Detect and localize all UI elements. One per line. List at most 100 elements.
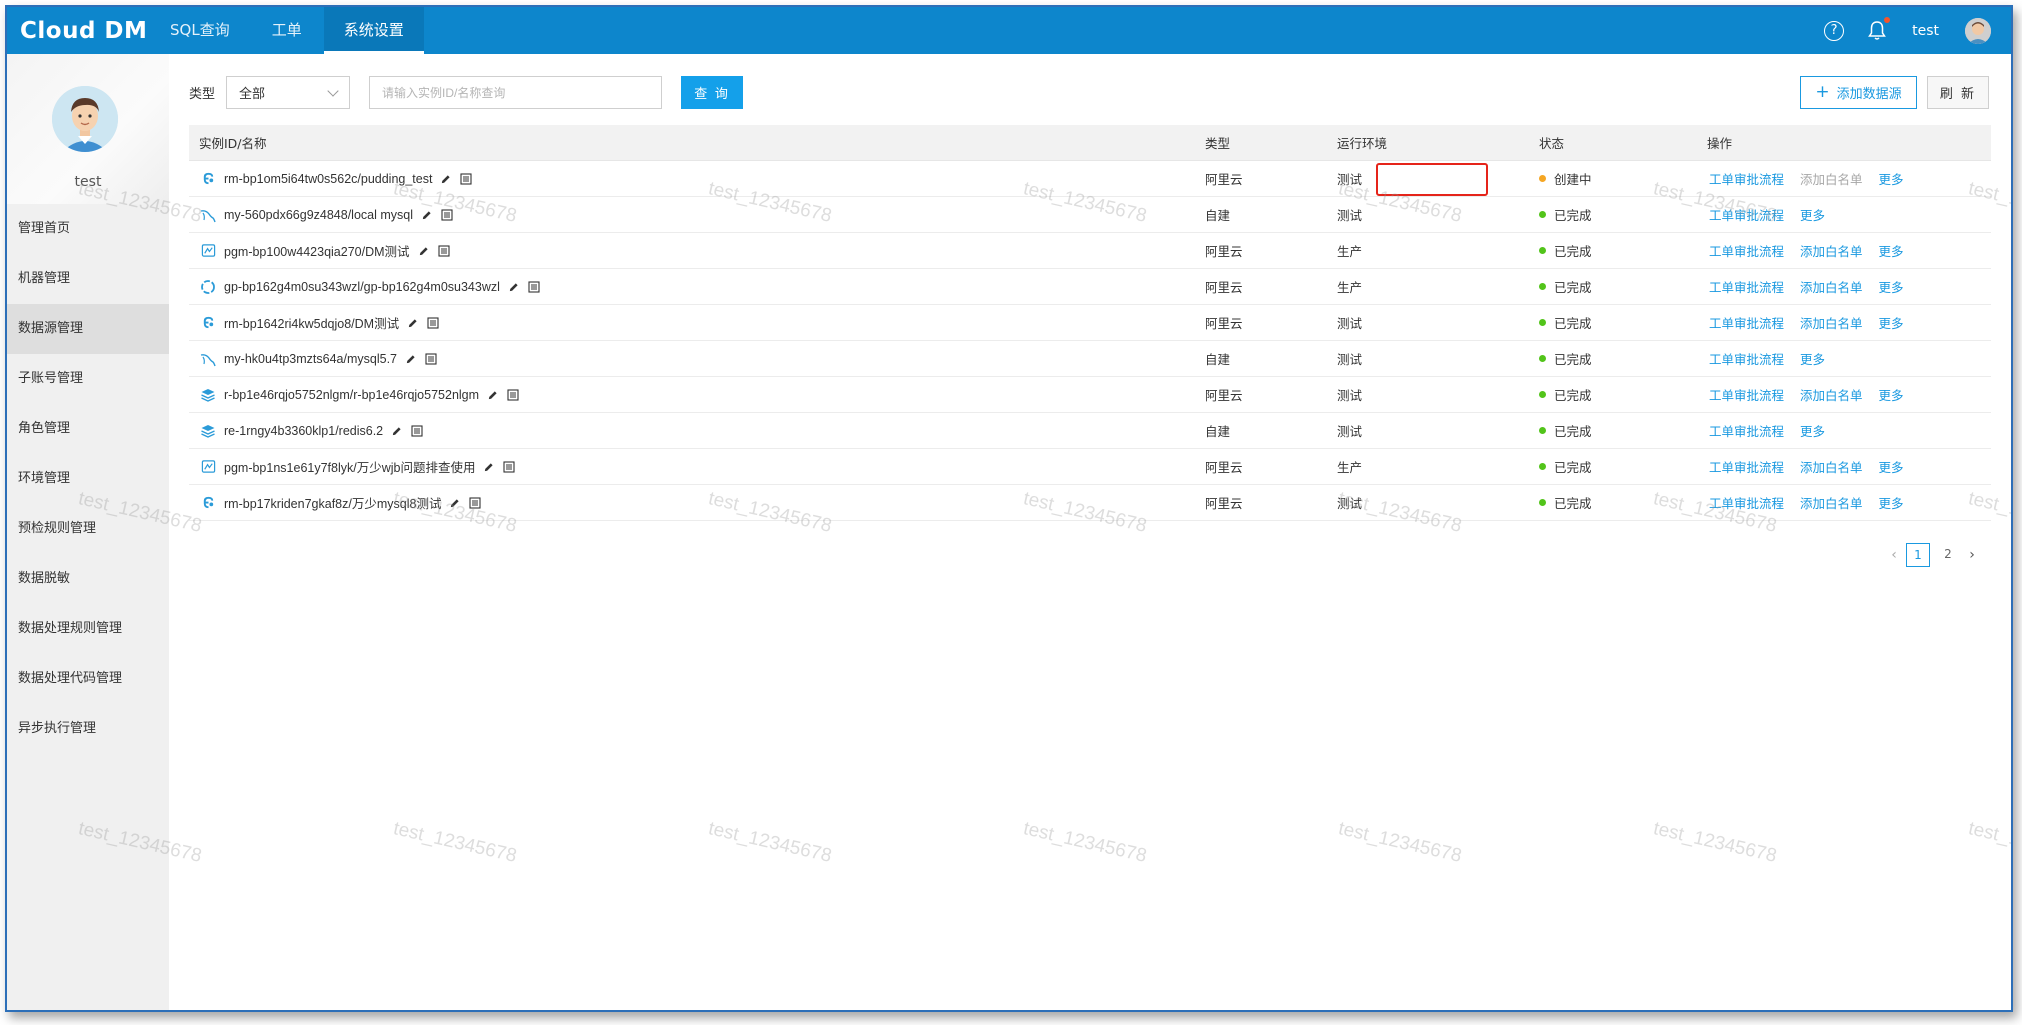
table-row: my-hk0u4tp3mzts64a/mysql5.7 自建 测试 已完成 工单审批流程… [189,341,1991,377]
page-number[interactable]: 1 [1906,543,1930,567]
approval-flow-link[interactable]: 工单审批流程 [1709,349,1784,368]
add-whitelist-link[interactable]: 添加白名单 [1800,277,1863,296]
filter-bar: 类型 全部 查 询 [189,76,744,109]
user-avatar[interactable] [1965,17,1991,44]
document-icon[interactable] [503,460,516,473]
page-number[interactable]: 2 [1936,543,1960,567]
ops-cell: 工单审批流程 更多 [1685,349,1991,368]
edit-icon[interactable] [407,317,419,329]
edit-icon[interactable] [440,173,452,185]
document-icon[interactable] [411,424,423,437]
tab-1[interactable]: 工单 [252,7,322,54]
mysql-icon [200,207,216,223]
instance-name[interactable]: rm-bp17kriden7gkaf8z/万少mysql8测试 [224,493,441,512]
document-icon[interactable] [507,388,519,401]
app-logo[interactable]: Cloud DM [20,18,150,44]
more-link[interactable]: 更多 [1800,349,1825,368]
approval-flow-link[interactable]: 工单审批流程 [1709,493,1784,512]
sidebar: test 管理首页 机器管理 数据源管理 子账号管理 角色管理 环境管理 预检规则管理 数据脱… [7,54,169,1010]
edit-icon[interactable] [449,497,461,509]
prev-page-icon[interactable]: ‹ [1885,547,1903,563]
more-link[interactable]: 更多 [1879,313,1904,332]
add-whitelist-link[interactable]: 添加白名单 [1800,313,1863,332]
status-dot [1539,499,1546,506]
tab-2[interactable]: 系统设置 [323,7,424,54]
sidebar-item-1[interactable]: 机器管理 [7,254,169,304]
add-whitelist-link[interactable]: 添加白名单 [1800,493,1863,512]
more-link[interactable]: 更多 [1879,277,1904,296]
instance-name[interactable]: rm-bp1642ri4kw5dqjo8/DM测试 [224,313,399,332]
status-highlight-box [1376,163,1488,196]
mysql-icon [200,351,216,367]
edit-icon[interactable] [391,425,403,437]
sidebar-item-10[interactable]: 异步执行管理 [7,704,169,754]
sidebar-item-3[interactable]: 子账号管理 [7,354,169,404]
edit-icon[interactable] [421,209,433,221]
instance-name[interactable]: re-1rngy4b3360klp1/redis6.2 [224,424,383,438]
more-link[interactable]: 更多 [1879,457,1904,476]
edit-icon[interactable] [483,461,495,473]
type-select[interactable]: 全部 [226,76,351,109]
add-datasource-button[interactable]: + 添加数据源 [1800,76,1917,109]
tab-0[interactable]: SQL查询 [150,7,250,54]
more-link[interactable]: 更多 [1879,241,1904,260]
sidebar-item-6[interactable]: 预检规则管理 [7,504,169,554]
bell-icon[interactable] [1868,16,1891,42]
status-cell: 已完成 [1509,421,1685,440]
sidebar-item-5[interactable]: 环境管理 [7,454,169,504]
edit-icon[interactable] [487,389,499,401]
edit-icon[interactable] [405,353,417,365]
approval-flow-link[interactable]: 工单审批流程 [1709,385,1784,404]
document-icon[interactable] [427,316,439,329]
sidebar-item-4[interactable]: 角色管理 [7,404,169,454]
approval-flow-link[interactable]: 工单审批流程 [1709,277,1784,296]
edit-icon[interactable] [508,281,520,293]
more-link[interactable]: 更多 [1879,169,1904,188]
type-cell: 阿里云 [1205,280,1243,295]
sidebar-item-7[interactable]: 数据脱敏 [7,554,169,604]
instance-name[interactable]: gp-bp162g4m0su343wzl/gp-bp162g4m0su343wz… [224,280,500,294]
instance-name[interactable]: pgm-bp1ns1e61y7f8lyk/万少wjb问题排查使用 [224,457,475,476]
more-link[interactable]: 更多 [1879,385,1904,404]
document-icon[interactable] [528,280,540,293]
env-cell: 测试 [1337,208,1363,223]
more-link[interactable]: 更多 [1800,205,1825,224]
add-whitelist-link[interactable]: 添加白名单 [1800,241,1863,260]
instance-name[interactable]: my-hk0u4tp3mzts64a/mysql5.7 [224,352,397,366]
instance-search-input[interactable] [369,76,663,109]
next-page-icon[interactable]: › [1963,547,1981,563]
instance-name[interactable]: rm-bp1om5i64tw0s562c/pudding_test [224,172,432,186]
approval-flow-link[interactable]: 工单审批流程 [1709,421,1784,440]
document-icon[interactable] [425,352,437,365]
approval-flow-link[interactable]: 工单审批流程 [1709,313,1784,332]
approval-flow-link[interactable]: 工单审批流程 [1709,205,1784,224]
instance-name[interactable]: r-bp1e46rqjo5752nlgm/r-bp1e46rqjo5752nlg… [224,388,479,402]
sidebar-item-9[interactable]: 数据处理代码管理 [7,654,169,704]
document-icon[interactable] [460,172,473,185]
document-icon[interactable] [437,244,450,257]
approval-flow-link[interactable]: 工单审批流程 [1709,169,1784,188]
help-circle-icon[interactable]: ? [1824,20,1845,41]
profile-card: test [7,54,169,204]
status-text: 已完成 [1554,460,1592,475]
sidebar-item-0[interactable]: 管理首页 [7,204,169,254]
approval-flow-link[interactable]: 工单审批流程 [1709,457,1784,476]
sidebar-item-2[interactable]: 数据源管理 [7,304,169,354]
query-button[interactable]: 查 询 [681,76,744,109]
status-dot [1539,211,1546,218]
add-whitelist-link[interactable]: 添加白名单 [1800,385,1863,404]
approval-flow-link[interactable]: 工单审批流程 [1709,241,1784,260]
edit-icon[interactable] [418,245,430,257]
more-link[interactable]: 更多 [1879,493,1904,512]
sidebar-item-8[interactable]: 数据处理规则管理 [7,604,169,654]
add-whitelist-link[interactable]: 添加白名单 [1800,457,1863,476]
instance-cell: my-hk0u4tp3mzts64a/mysql5.7 [189,351,1201,367]
instance-name[interactable]: pgm-bp100w4423qia270/DM测试 [224,241,410,260]
username[interactable]: test [1912,23,1939,39]
instance-name[interactable]: my-560pdx66g9z4848/local mysql [224,208,413,222]
redis-icon [200,423,216,439]
document-icon[interactable] [441,208,453,221]
more-link[interactable]: 更多 [1800,421,1825,440]
refresh-button[interactable]: 刷 新 [1927,76,1989,109]
document-icon[interactable] [469,496,482,509]
